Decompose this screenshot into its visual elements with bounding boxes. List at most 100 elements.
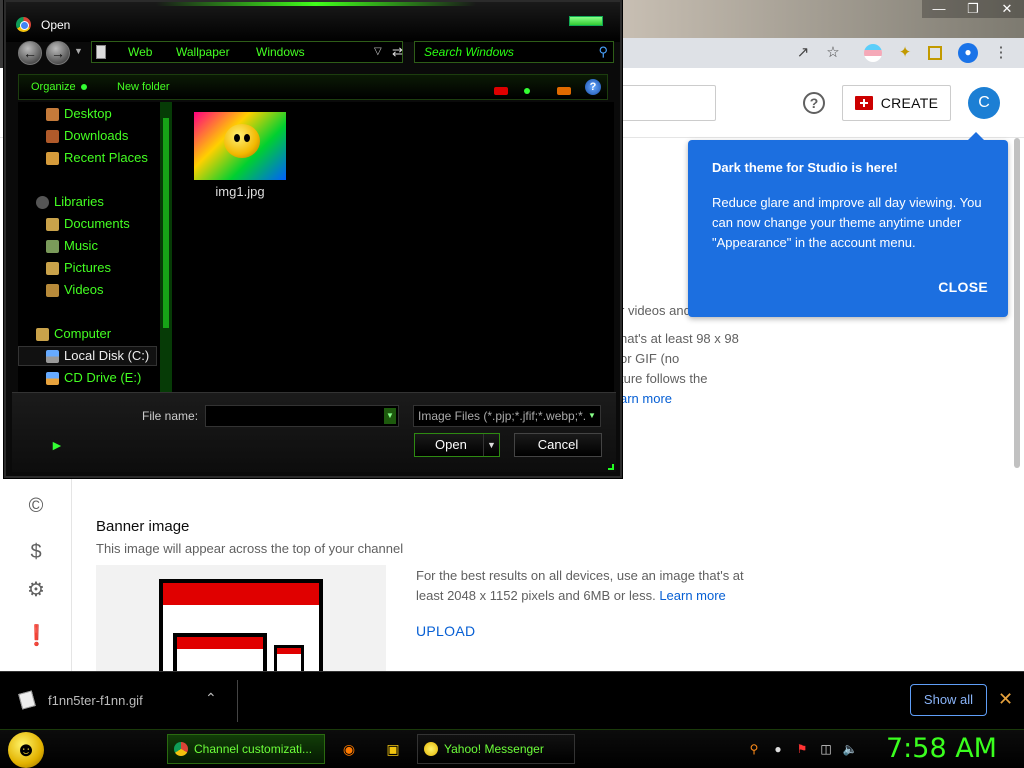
open-button[interactable]: Open ▼ — [414, 433, 500, 457]
page-scrollbar[interactable] — [1014, 138, 1020, 468]
file-name-label[interactable]: img1.jpg — [194, 184, 286, 199]
extensions-icon[interactable]: ✦ — [896, 44, 914, 62]
minimize-icon[interactable]: — — [922, 0, 956, 18]
computer-icon — [36, 328, 49, 341]
chevron-down-icon[interactable]: ▽ — [374, 42, 382, 62]
nav-item-desktop[interactable]: Desktop — [46, 106, 112, 121]
restore-icon[interactable]: ❐ — [956, 0, 990, 18]
copyright-icon[interactable]: © — [24, 494, 48, 518]
messenger-tray-icon[interactable]: ● — [770, 741, 786, 757]
search-input[interactable] — [620, 85, 716, 121]
tooltip-close-button[interactable]: CLOSE — [938, 279, 988, 295]
chevron-down-icon[interactable]: ▼ — [487, 434, 496, 456]
nav-item-libraries[interactable]: Libraries — [36, 194, 104, 209]
action-center-icon[interactable]: ⚑ — [794, 741, 810, 757]
search-icon[interactable]: ⚲ — [598, 42, 608, 62]
forward-icon[interactable]: → — [46, 41, 70, 65]
nav-item-local-disk[interactable]: Local Disk (C:) — [46, 348, 150, 363]
new-folder-button[interactable]: New folder — [117, 81, 170, 93]
help-icon[interactable]: ? — [585, 79, 601, 95]
chevron-down-icon[interactable]: ▼ — [384, 408, 396, 424]
banner-section-title: Banner image — [96, 518, 190, 535]
chevron-down-icon[interactable]: ▼ — [586, 408, 598, 424]
search-icon[interactable]: ⚲ — [746, 741, 762, 757]
banner-desc-line: For the best results on all devices, use… — [416, 568, 744, 583]
create-button[interactable]: CREATE — [842, 85, 951, 121]
side-panel-icon[interactable] — [928, 46, 942, 60]
share-icon[interactable]: ↗ — [794, 44, 812, 62]
videos-icon — [46, 284, 59, 297]
nav-item-recent-places[interactable]: Recent Places — [46, 150, 148, 165]
help-icon[interactable]: ? — [803, 92, 825, 114]
search-input[interactable]: Search Windows ⚲ — [414, 41, 614, 63]
organize-button[interactable]: Organize — [31, 81, 87, 93]
account-icon[interactable]: ● — [958, 43, 978, 63]
back-icon[interactable]: ← — [18, 41, 42, 65]
volume-icon[interactable]: 🔈 — [842, 741, 858, 757]
bookmark-star-icon[interactable]: ☆ — [824, 44, 842, 62]
file-type-select[interactable]: Image Files (*.pjp;*.jfif;*.webp;*. ▼ — [413, 405, 601, 427]
breadcrumb[interactable]: Web Wallpaper Windows ▽ ⇄ — [91, 41, 403, 63]
chevron-up-icon[interactable]: ⌃ — [205, 690, 217, 707]
nav-scrollbar-thumb[interactable] — [163, 118, 169, 328]
firefox-icon[interactable]: ◉ — [340, 740, 358, 758]
banner-upload-button[interactable]: UPLOAD — [416, 623, 475, 639]
show-all-button[interactable]: Show all — [910, 684, 987, 716]
profile-flag-icon[interactable] — [864, 44, 882, 62]
preview-pane-icon[interactable] — [556, 87, 571, 95]
chrome-icon — [16, 17, 31, 32]
file-name-field-label: File name: — [142, 409, 199, 423]
cancel-button[interactable]: Cancel — [514, 433, 602, 457]
menu-icon[interactable]: ⋮ — [992, 44, 1010, 62]
address-row: ← → ▼ Web Wallpaper Windows ▽ ⇄ Search W… — [14, 40, 614, 66]
dialog-toolbar: Organize New folder ? — [18, 74, 608, 100]
organize-label: Organize — [31, 81, 76, 93]
close-icon[interactable]: ✕ — [998, 689, 1013, 710]
title-accent — [156, 2, 476, 6]
file-name-input[interactable]: ▼ — [205, 405, 399, 427]
view-options — [494, 82, 571, 100]
taskbar-button-chrome[interactable]: Channel customizati... — [167, 734, 325, 764]
feedback-icon[interactable]: ❗ — [24, 624, 49, 648]
breadcrumb-item[interactable]: Web — [128, 42, 152, 62]
smiley-character-icon — [224, 124, 260, 158]
breadcrumb-item[interactable]: Windows — [256, 42, 305, 62]
network-icon[interactable]: ◫ — [818, 741, 834, 757]
refresh-icon[interactable]: ⇄ — [392, 42, 403, 62]
open-label: Open — [435, 437, 467, 452]
start-button[interactable]: ☻ — [8, 732, 44, 768]
folder-icon[interactable]: ▣ — [384, 740, 402, 758]
taskbar-button-yahoo[interactable]: Yahoo! Messenger — [417, 734, 575, 764]
settings-icon[interactable]: ⚙ — [24, 578, 48, 602]
nav-item-label: Desktop — [64, 106, 112, 121]
banner-learn-more-link[interactable]: Learn more — [659, 588, 725, 603]
earn-icon[interactable]: $ — [24, 540, 48, 564]
nav-item-cd-drive[interactable]: CD Drive (E:) — [46, 370, 141, 385]
navigation-pane: Desktop Downloads Recent Places Librarie… — [18, 102, 172, 392]
avatar[interactable]: C — [968, 87, 1000, 119]
clock[interactable]: 7:58 AM — [886, 733, 997, 764]
history-dropdown-icon[interactable]: ▼ — [74, 46, 83, 56]
nav-item-downloads[interactable]: Downloads — [46, 128, 128, 143]
resize-grip-icon[interactable] — [608, 464, 614, 470]
dialog-footer: ► File name: ▼ Image Files (*.pjp;*.jfif… — [12, 392, 616, 472]
dialog-close-button[interactable] — [569, 16, 603, 26]
dialog-title-bar[interactable]: Open — [6, 2, 620, 42]
close-icon[interactable]: ✕ — [990, 0, 1024, 18]
view-icon[interactable] — [494, 87, 508, 95]
picture-learn-more-link[interactable]: arn more — [620, 389, 672, 409]
smiley-icon: ☻ — [15, 738, 37, 761]
nav-item-music[interactable]: Music — [46, 238, 98, 253]
download-item[interactable]: f1nn5ter-f1nn.gif — [18, 690, 143, 710]
view-dropdown-icon[interactable] — [524, 87, 531, 94]
nav-item-label: Local Disk (C:) — [64, 348, 150, 363]
taskbar-button-label: Yahoo! Messenger — [444, 742, 544, 756]
file-thumbnail[interactable] — [194, 112, 286, 180]
nav-item-videos[interactable]: Videos — [46, 282, 104, 297]
breadcrumb-item[interactable]: Wallpaper — [176, 42, 230, 62]
yahoo-messenger-icon — [424, 742, 438, 756]
documents-icon — [46, 218, 59, 231]
nav-item-documents[interactable]: Documents — [46, 216, 130, 231]
nav-item-pictures[interactable]: Pictures — [46, 260, 111, 275]
nav-item-computer[interactable]: Computer — [36, 326, 111, 341]
